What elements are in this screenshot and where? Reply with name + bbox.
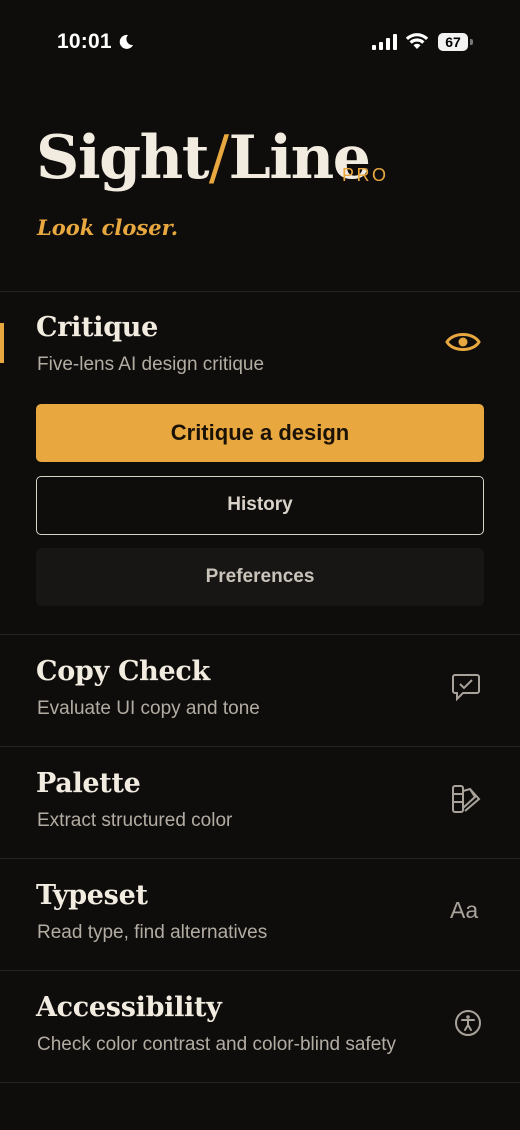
section-title-palette: Palette (36, 768, 141, 799)
pro-badge: PRO (342, 165, 389, 185)
type-aa-icon: Aa (450, 897, 479, 923)
eye-icon (445, 333, 481, 351)
chat-check-icon (452, 674, 480, 702)
cellular-signal-icon (372, 34, 397, 50)
divider (0, 746, 520, 747)
battery-tip (470, 39, 473, 45)
section-subtitle-accessibility: Check color contrast and color-blind saf… (37, 1034, 397, 1055)
section-title-critique[interactable]: Critique (36, 312, 158, 343)
tagline: Look closer. (37, 215, 179, 240)
wifi-icon (405, 33, 429, 49)
status-time: 10:01 (57, 30, 112, 53)
divider (0, 291, 520, 292)
section-title-typeset: Typeset (36, 880, 148, 911)
status-bar: 10:01 67 (0, 0, 520, 86)
brand-name-left: Sight (36, 123, 209, 193)
accessibility-icon (455, 1010, 481, 1036)
active-indicator (0, 323, 4, 363)
section-subtitle-critique: Five-lens AI design critique (37, 354, 265, 375)
brand-slash: / (208, 123, 229, 193)
history-button[interactable]: History (36, 476, 484, 535)
section-subtitle-palette: Extract structured color (37, 810, 233, 831)
section-title-accessibility: Accessibility (36, 992, 222, 1023)
divider (0, 634, 520, 635)
moon-icon (119, 34, 133, 49)
preferences-button[interactable]: Preferences (36, 548, 484, 606)
app-logo: Sight/Line (36, 118, 371, 198)
divider (0, 1082, 520, 1083)
swatch-icon (452, 785, 481, 813)
critique-a-design-button[interactable]: Critique a design (36, 404, 484, 462)
divider (0, 970, 520, 971)
section-subtitle-copy-check: Evaluate UI copy and tone (37, 698, 260, 719)
section-subtitle-typeset: Read type, find alternatives (37, 922, 268, 943)
section-title-copy-check: Copy Check (36, 656, 210, 687)
battery-icon: 67 (438, 33, 468, 51)
divider (0, 858, 520, 859)
